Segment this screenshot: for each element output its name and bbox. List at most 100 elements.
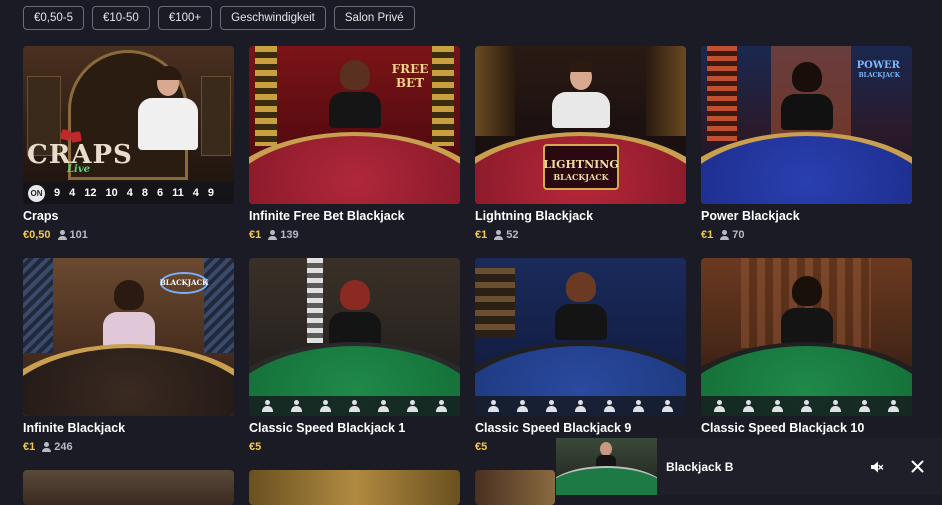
- result-number: 8: [141, 187, 148, 199]
- game-title[interactable]: Infinite Free Bet Blackjack: [249, 209, 405, 223]
- seat-icon[interactable]: [407, 400, 418, 412]
- game-thumbnail[interactable]: BLACKJACK: [23, 258, 234, 416]
- seat-icon[interactable]: [633, 400, 644, 412]
- seat-icon[interactable]: [291, 400, 302, 412]
- player-count: 52: [494, 229, 519, 241]
- result-number: 9: [54, 187, 61, 199]
- game-card-power-blackjack[interactable]: POWER BLACKJACK Power Blackjack €1 70: [701, 46, 912, 241]
- game-meta: €1 70: [701, 229, 745, 241]
- min-bet: €5: [475, 441, 488, 453]
- game-card-lightning-blackjack[interactable]: LIGHTNING BLACKJACK Lightning Blackjack …: [475, 46, 686, 241]
- game-title[interactable]: Classic Speed Blackjack 1: [249, 421, 405, 435]
- min-bet: €1: [701, 229, 714, 241]
- seat-bar: [701, 396, 912, 416]
- game-title[interactable]: Lightning Blackjack: [475, 209, 593, 223]
- result-number: 11: [172, 187, 184, 199]
- game-thumbnail[interactable]: [249, 258, 460, 416]
- power-logo-sub: BLACKJACK: [858, 72, 900, 79]
- seat-icon[interactable]: [436, 400, 447, 412]
- player-count-value: 70: [732, 229, 745, 241]
- result-number: 4: [126, 187, 133, 199]
- filter-chip-10-50[interactable]: €10-50: [92, 6, 150, 30]
- game-meta: €0,50 101: [23, 229, 88, 241]
- game-title[interactable]: Power Blackjack: [701, 209, 800, 223]
- game-thumbnail[interactable]: FREE BET: [249, 46, 460, 204]
- game-thumbnail[interactable]: CRAPS Live ON 9 4 12 10 4 8 6 11 4 9: [23, 46, 234, 204]
- person-icon: [720, 230, 730, 240]
- power-logo: POWER: [856, 60, 900, 71]
- game-card-craps[interactable]: CRAPS Live ON 9 4 12 10 4 8 6 11 4 9 Cra…: [23, 46, 234, 241]
- mini-player[interactable]: Blackjack B: [556, 438, 942, 495]
- seat-icon[interactable]: [349, 400, 360, 412]
- seat-icon[interactable]: [714, 400, 725, 412]
- game-meta: €1 52: [475, 229, 519, 241]
- game-card-classic-speed-blackjack-9[interactable]: Classic Speed Blackjack 9 €5: [475, 258, 686, 453]
- result-number: 4: [69, 187, 76, 199]
- game-title[interactable]: Classic Speed Blackjack 10: [701, 421, 864, 435]
- close-icon: [911, 460, 923, 473]
- min-bet: €5: [249, 441, 262, 453]
- seat-icon[interactable]: [575, 400, 586, 412]
- game-thumbnail[interactable]: LIGHTNING BLACKJACK: [475, 46, 686, 204]
- game-meta: €5: [249, 441, 261, 453]
- game-thumbnail[interactable]: [475, 470, 555, 505]
- player-count: 139: [268, 229, 299, 241]
- seat-icon[interactable]: [743, 400, 754, 412]
- mute-button[interactable]: [862, 452, 892, 482]
- game-title[interactable]: Infinite Blackjack: [23, 421, 125, 435]
- player-count-value: 246: [54, 441, 73, 453]
- player-count: 246: [42, 441, 73, 453]
- player-count-value: 101: [69, 229, 88, 241]
- game-card-partial[interactable]: [23, 470, 234, 505]
- game-thumbnail[interactable]: [249, 470, 460, 505]
- lightning-logo: LIGHTNING: [543, 158, 619, 171]
- filter-chip-100-plus[interactable]: €100+: [157, 6, 213, 30]
- seat-icon[interactable]: [772, 400, 783, 412]
- seat-bar: [475, 396, 686, 416]
- game-thumbnail[interactable]: [23, 470, 234, 505]
- roulette-results-bar: ON 9 4 12 10 4 8 6 11 4 9: [23, 182, 234, 204]
- seat-icon[interactable]: [801, 400, 812, 412]
- seat-icon[interactable]: [262, 400, 273, 412]
- game-title[interactable]: Classic Speed Blackjack 9: [475, 421, 631, 435]
- seat-icon[interactable]: [604, 400, 615, 412]
- seat-icon[interactable]: [830, 400, 841, 412]
- game-meta: €1 246: [23, 441, 73, 453]
- seat-icon[interactable]: [378, 400, 389, 412]
- filter-chip-0-50-5[interactable]: €0,50-5: [23, 6, 85, 30]
- seat-icon[interactable]: [888, 400, 899, 412]
- seat-icon[interactable]: [320, 400, 331, 412]
- craps-logo-live: Live: [67, 164, 91, 175]
- filter-chip-salon-prive[interactable]: Salon Privé: [333, 6, 415, 30]
- player-count-value: 139: [280, 229, 299, 241]
- game-card-partial[interactable]: [249, 470, 460, 505]
- result-number: 10: [105, 187, 118, 199]
- min-bet: €1: [475, 229, 488, 241]
- person-icon: [57, 230, 67, 240]
- game-card-infinite-blackjack[interactable]: BLACKJACK Infinite Blackjack €1 246: [23, 258, 234, 453]
- game-thumbnail[interactable]: [701, 258, 912, 416]
- min-bet: €1: [249, 229, 262, 241]
- person-icon: [494, 230, 504, 240]
- seat-icon[interactable]: [546, 400, 557, 412]
- game-thumbnail[interactable]: [475, 258, 686, 416]
- filter-chip-speed[interactable]: Geschwindigkeit: [220, 6, 326, 30]
- min-bet: €1: [23, 441, 36, 453]
- game-card-classic-speed-blackjack-10[interactable]: Classic Speed Blackjack 10: [701, 258, 912, 435]
- game-meta: €5: [475, 441, 487, 453]
- seat-icon[interactable]: [488, 400, 499, 412]
- close-button[interactable]: [902, 452, 932, 482]
- player-count: 101: [57, 229, 88, 241]
- seat-icon[interactable]: [859, 400, 870, 412]
- game-card-classic-speed-blackjack-1[interactable]: Classic Speed Blackjack 1 €5: [249, 258, 460, 453]
- game-card-infinite-free-bet-blackjack[interactable]: FREE BET Infinite Free Bet Blackjack €1 …: [249, 46, 460, 241]
- game-title[interactable]: Craps: [23, 209, 58, 223]
- mini-player-video[interactable]: [556, 438, 657, 495]
- free-bet-logo: FREE BET: [391, 62, 429, 90]
- person-icon: [268, 230, 278, 240]
- seat-icon[interactable]: [662, 400, 673, 412]
- speaker-muted-icon: [871, 461, 884, 472]
- seat-icon[interactable]: [517, 400, 528, 412]
- player-count-value: 52: [506, 229, 519, 241]
- game-thumbnail[interactable]: POWER BLACKJACK: [701, 46, 912, 204]
